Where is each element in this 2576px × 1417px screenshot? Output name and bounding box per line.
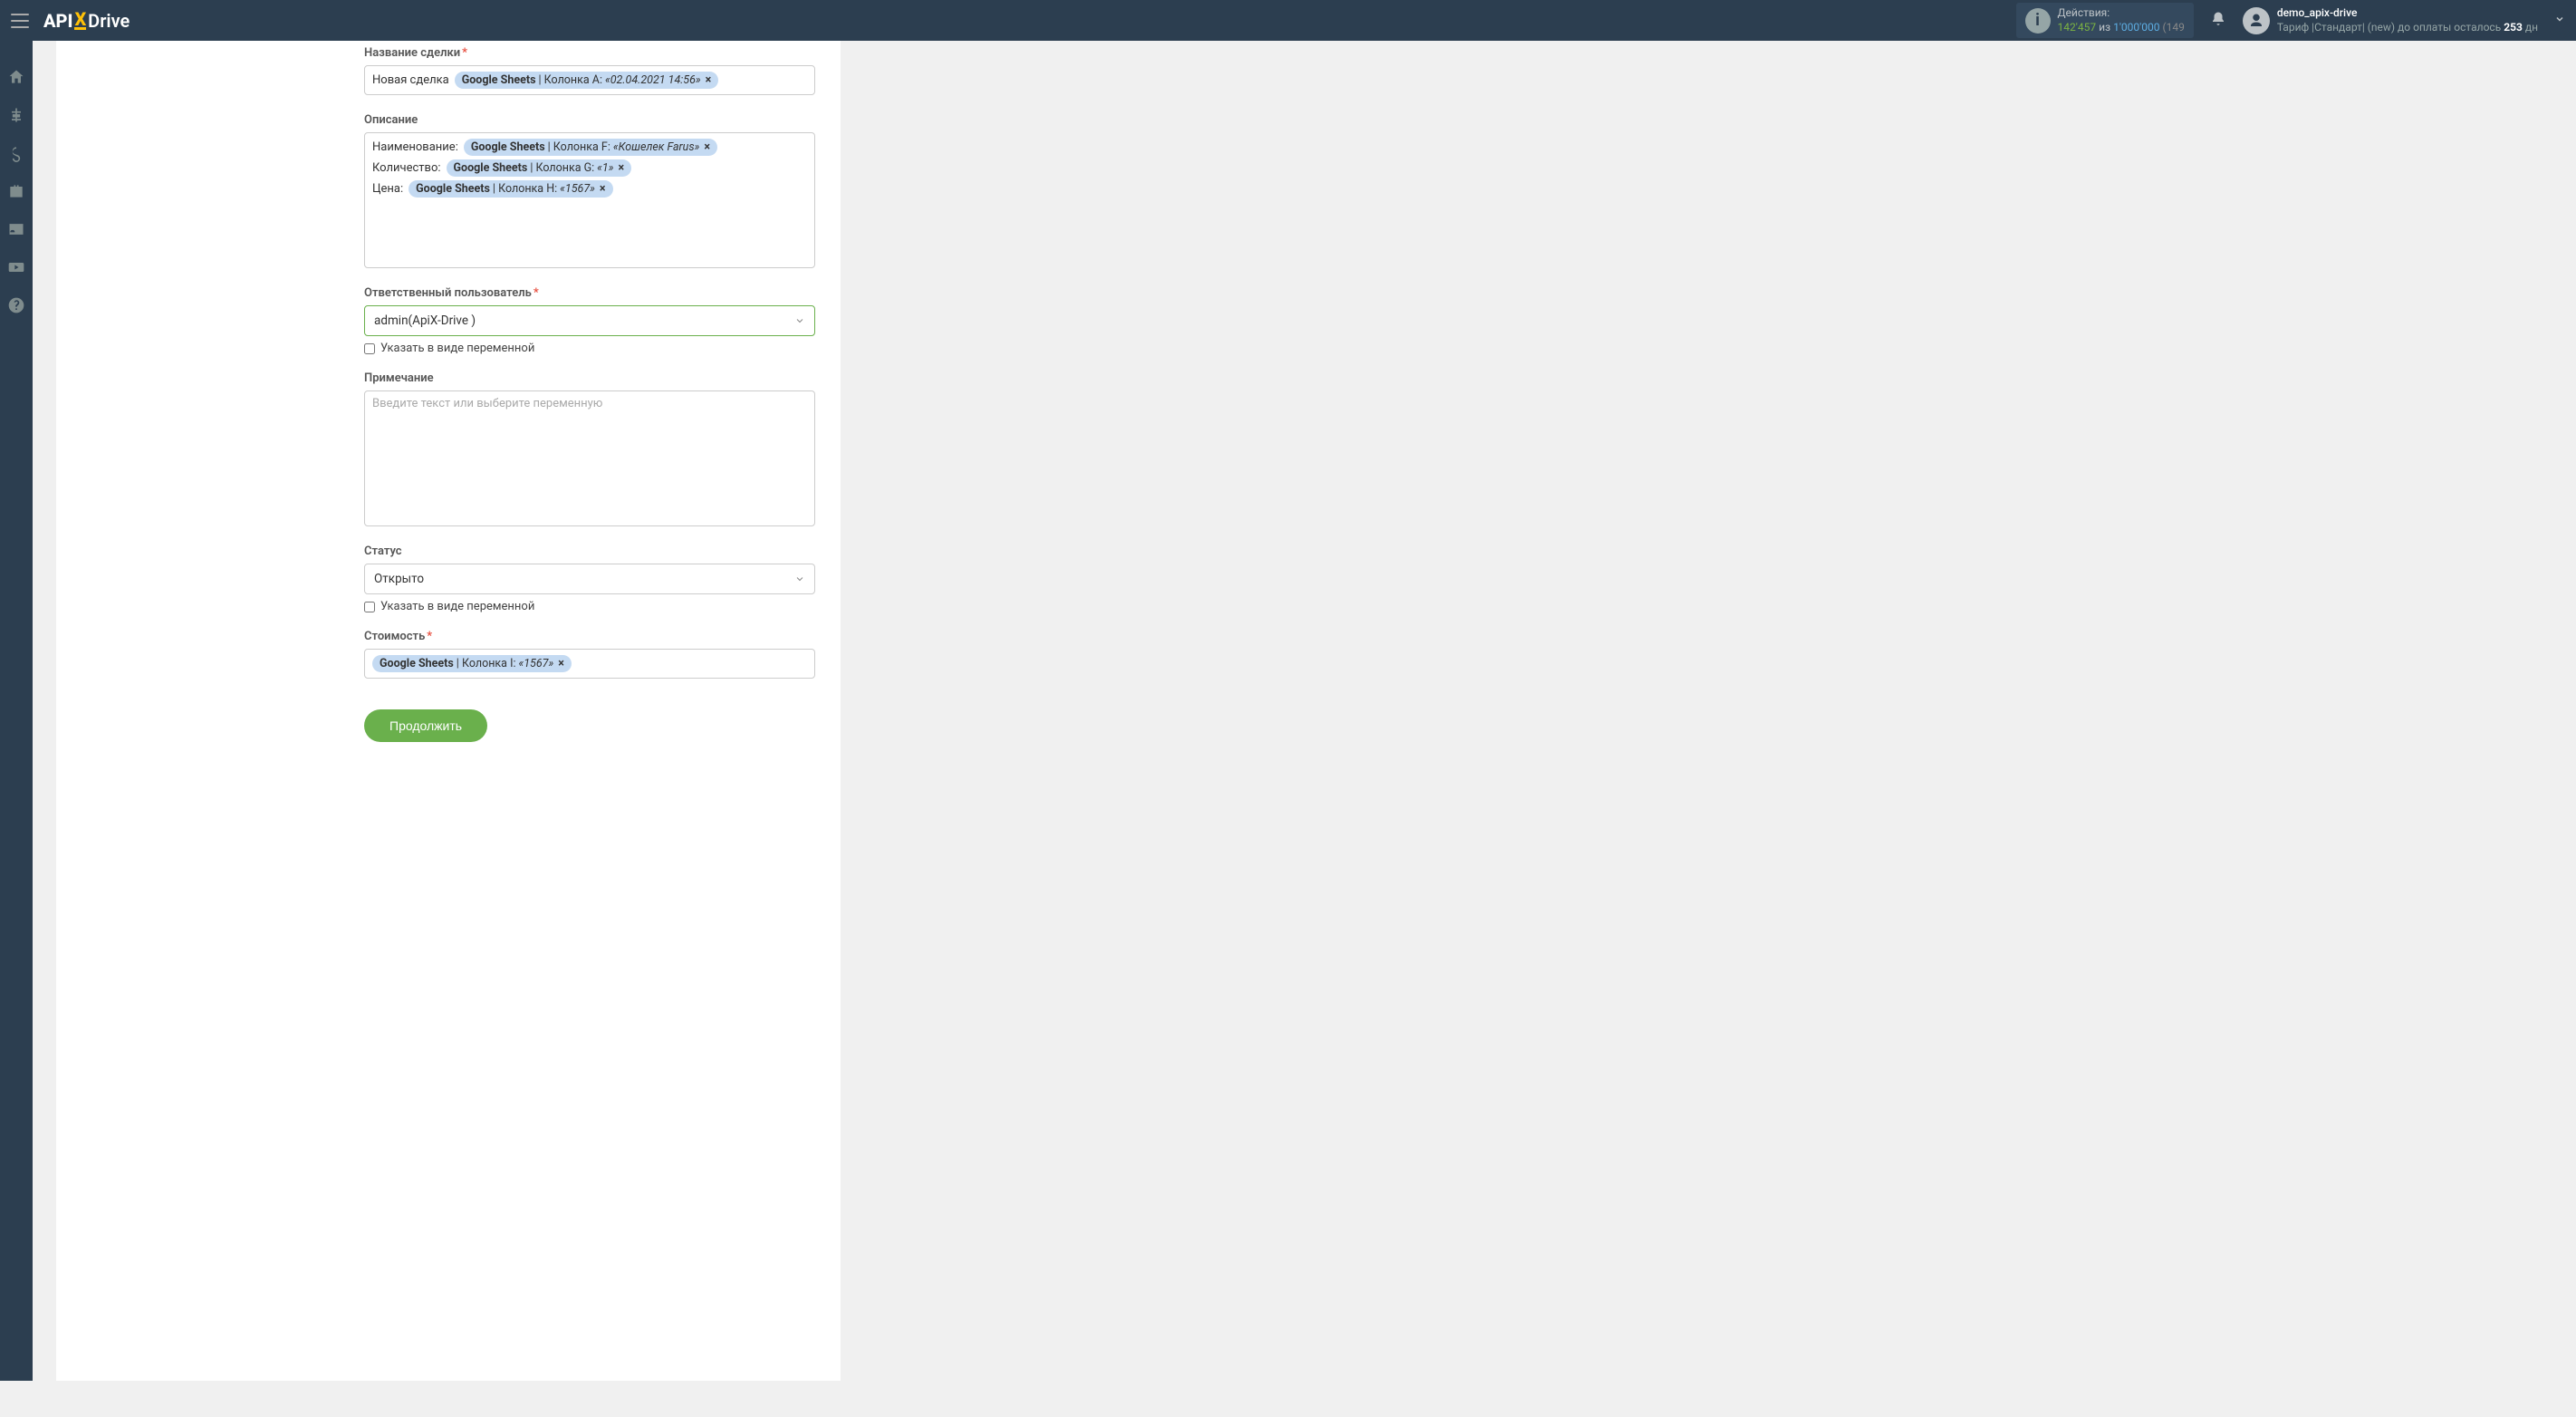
cost-pill[interactable]: Google Sheets | Колонка I: «1567» × [372, 655, 572, 672]
note-label: Примечание [364, 371, 815, 385]
actions-paren: (149 [2162, 21, 2184, 34]
responsible-var-label: Указать в виде переменной [380, 342, 534, 355]
responsible-var-checkbox[interactable] [364, 343, 375, 354]
note-placeholder: Введите текст или выберите переменную [372, 397, 602, 410]
id-card-icon[interactable] [7, 220, 25, 238]
user-menu[interactable]: demo_apix-drive Тариф |Стандарт| (new) д… [2243, 6, 2538, 34]
description-pill-2[interactable]: Google Sheets | Колонка G: «1» × [447, 159, 632, 177]
topbar: APIXDrive i Действия: 142'457 из 1'000'0… [0, 0, 2576, 41]
description-pill-3[interactable]: Google Sheets | Колонка H: «1567» × [409, 180, 612, 198]
close-icon[interactable]: × [600, 182, 606, 196]
status-label: Статус [364, 545, 815, 558]
info-icon: i [2025, 8, 2051, 34]
bell-icon[interactable] [2210, 11, 2226, 31]
username: demo_apix-drive [2277, 6, 2538, 21]
responsible-select[interactable]: admin(ApiX-Drive ) [364, 305, 815, 336]
actions-used: 142'457 [2058, 21, 2097, 34]
chevron-down-icon [794, 574, 805, 584]
actions-total: 1'000'000 [2113, 21, 2159, 34]
status-select[interactable]: Открыто [364, 564, 815, 594]
home-icon[interactable] [7, 68, 25, 86]
deal-name-pill[interactable]: Google Sheets | Колонка A: «02.04.2021 1… [455, 72, 719, 89]
status-var-label: Указать в виде переменной [380, 600, 534, 613]
note-input[interactable]: Введите текст или выберите переменную [364, 390, 815, 526]
responsible-label: Ответственный пользователь* [364, 286, 815, 300]
close-icon[interactable]: × [558, 657, 564, 670]
cost-input[interactable]: Google Sheets | Колонка I: «1567» × [364, 649, 815, 679]
deal-name-input[interactable]: Новая сделка Google Sheets | Колонка A: … [364, 65, 815, 95]
status-var-checkbox[interactable] [364, 602, 375, 612]
description-label: Описание [364, 113, 815, 127]
hamburger-icon[interactable] [11, 14, 29, 28]
chevron-down-icon[interactable] [2554, 14, 2565, 27]
deal-name-text: Новая сделка [372, 73, 449, 87]
close-icon[interactable]: × [618, 161, 624, 175]
actions-counter: i Действия: 142'457 из 1'000'000 (149 [2016, 3, 2194, 38]
logo[interactable]: APIXDrive [43, 10, 130, 32]
youtube-icon[interactable] [7, 258, 25, 276]
actions-label: Действия: [2058, 6, 2185, 21]
description-input[interactable]: Наименование: Google Sheets | Колонка F:… [364, 132, 815, 268]
deal-name-label: Название сделки* [364, 46, 815, 60]
sidebar [0, 41, 33, 1381]
tariff-line: Тариф |Стандарт| (new) до оплаты осталос… [2277, 21, 2538, 35]
briefcase-icon[interactable] [7, 182, 25, 200]
avatar-icon [2243, 7, 2270, 34]
chevron-down-icon [794, 315, 805, 326]
close-icon[interactable]: × [706, 73, 712, 87]
continue-button[interactable]: Продолжить [364, 709, 487, 742]
cost-label: Стоимость* [364, 630, 815, 643]
dollar-icon[interactable] [7, 144, 25, 162]
close-icon[interactable]: × [704, 140, 710, 154]
help-icon[interactable] [7, 296, 25, 314]
sitemap-icon[interactable] [7, 106, 25, 124]
description-pill-1[interactable]: Google Sheets | Колонка F: «Кошелек Faru… [464, 139, 717, 156]
